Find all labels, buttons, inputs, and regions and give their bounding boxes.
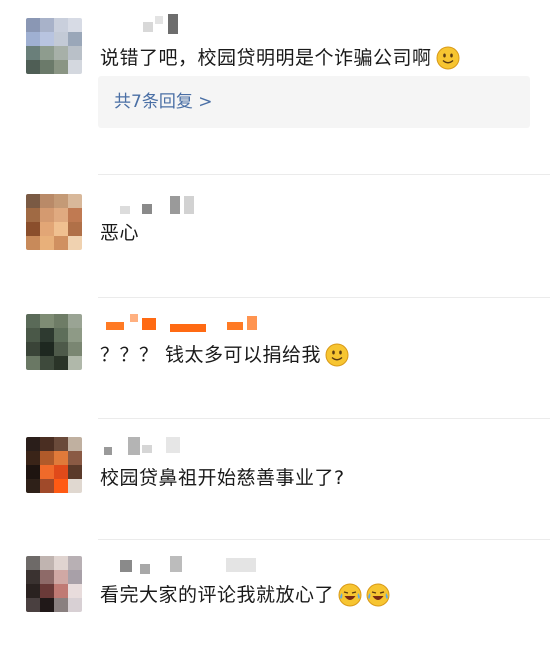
smile-emoji-icon (436, 46, 460, 70)
comment-item: 说错了吧，校园贷明明是个诈骗公司啊 共7条回复 > (0, 0, 550, 176)
tears-of-joy-emoji-icon (338, 583, 362, 607)
smile-emoji-icon (325, 343, 349, 367)
avatar[interactable] (26, 437, 82, 493)
comment-item: ？？？ 钱太多可以捐给我 (0, 298, 550, 418)
comment-text: 恶心 (100, 222, 140, 244)
avatar[interactable] (26, 194, 82, 250)
comment-item: 看完大家的评论我就放心了 (0, 540, 550, 658)
replies-box: 共7条回复 > (98, 76, 530, 128)
comment-text: 说错了吧，校园贷明明是个诈骗公司啊 (100, 45, 460, 71)
divider (98, 174, 550, 175)
tears-of-joy-emoji-icon (366, 583, 390, 607)
view-replies-link[interactable]: 共7条回复 > (114, 90, 212, 114)
avatar[interactable] (26, 314, 82, 370)
comment-text: ？？？ 钱太多可以捐给我 (100, 342, 349, 368)
avatar[interactable] (26, 18, 82, 74)
comment-text: 看完大家的评论我就放心了 (100, 582, 390, 608)
comment-item: 恶心 (0, 176, 550, 298)
avatar[interactable] (26, 556, 82, 612)
comment-item: 校园贷鼻祖开始慈善事业了? (0, 419, 550, 539)
comment-text: 校园贷鼻祖开始慈善事业了? (100, 467, 345, 489)
